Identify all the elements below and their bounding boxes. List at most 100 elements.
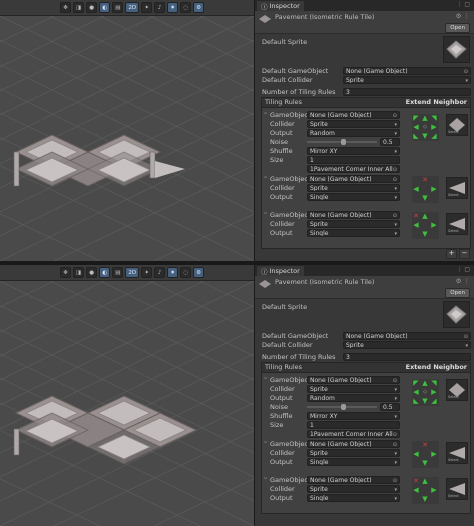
neighbor-this-arrow-icon[interactable]: ▲ — [421, 212, 429, 220]
rule-gameobject-field[interactable]: None (Game Object) ⊙ — [307, 440, 400, 448]
draw-mode-icon[interactable]: ◨ — [73, 267, 85, 278]
neighbor-this-arrow-icon[interactable]: ▶ — [430, 221, 438, 229]
rule-shuffle-dropdown[interactable]: Mirror XY — [307, 412, 400, 420]
neighbor-grid[interactable]: ◤ ▲ ◥ ◀ ◇ ▶ ◣ ▼ ◢ — [412, 114, 439, 141]
tiling-rule[interactable]: ═ GameObject None (Game Object) ⊙ Collide… — [262, 375, 470, 438]
neighbor-grid[interactable]: ✕ ▲ ◀ ▶ ▼ — [412, 212, 439, 239]
neighbor-this-arrow-icon[interactable]: ▶ — [430, 123, 438, 131]
noise-slider-handle[interactable] — [341, 404, 346, 410]
neighbor-this-arrow-icon[interactable]: ◣ — [412, 132, 420, 140]
neighbor-grid[interactable]: ✕ ◀ ▶ ▼ — [412, 176, 439, 203]
sphere-icon[interactable]: ● — [86, 267, 98, 278]
open-button[interactable]: Open — [445, 23, 470, 33]
neighbor-this-arrow-icon[interactable]: ▼ — [421, 132, 429, 140]
lighting-icon[interactable]: ✦ — [141, 2, 153, 13]
rule-sprite-thumbnail[interactable]: Select — [446, 177, 468, 199]
tab-inspector[interactable]: ⓘ Inspector — [257, 1, 304, 11]
rule-sprite-entry[interactable]: 1Pavement Corner Inner All ⊙ — [307, 165, 400, 173]
fx-icon[interactable]: ✷ — [167, 2, 179, 13]
tiling-rule[interactable]: ═ GameObject None (Game Object) ⊙ Collide… — [262, 210, 470, 240]
extend-neighbor-toggle[interactable]: Extend Neighbor — [406, 98, 467, 107]
tab-inspector[interactable]: ⓘ Inspector — [257, 266, 304, 276]
object-picker-icon[interactable]: ⊙ — [393, 441, 397, 447]
gizmo-icon[interactable]: ⚙ — [193, 2, 205, 13]
open-button[interactable]: Open — [445, 288, 470, 298]
drag-handle-icon[interactable]: ═ — [264, 175, 267, 181]
rule-gameobject-field[interactable]: None (Game Object) ⊙ — [307, 175, 400, 183]
drag-handle-icon[interactable]: ═ — [264, 111, 267, 117]
hidden-icon[interactable]: ◌ — [180, 2, 192, 13]
default-gameobject-field[interactable]: None (Game Object) ⊙ — [343, 67, 471, 75]
neighbor-this-arrow-icon[interactable]: ◀ — [412, 388, 420, 396]
tiling-rule[interactable]: ═ GameObject None (Game Object) ⊙ Collide… — [262, 475, 470, 505]
neighbor-this-arrow-icon[interactable]: ◀ — [412, 486, 420, 494]
neighbor-this-arrow-icon[interactable]: ▼ — [421, 397, 429, 405]
gizmo-icon[interactable]: ⚙ — [193, 267, 205, 278]
asset-settings-icon[interactable]: ⚙ ⋮ — [456, 12, 470, 20]
rule-sprite-thumbnail[interactable]: Select — [446, 114, 468, 136]
layers-icon[interactable]: ▤ — [112, 2, 124, 13]
rule-collider-dropdown[interactable]: Sprite — [307, 449, 400, 457]
rule-gameobject-field[interactable]: None (Game Object) ⊙ — [307, 376, 400, 384]
audio-icon[interactable]: ♪ — [154, 267, 166, 278]
neighbor-grid[interactable]: ✕ ▲ ◀ ▶ ▼ — [412, 477, 439, 504]
2d-toggle-button[interactable]: 2D — [125, 2, 140, 13]
neighbor-not-this-icon[interactable]: ✕ — [412, 212, 420, 220]
rule-collider-dropdown[interactable]: Sprite — [307, 120, 400, 128]
rule-output-dropdown[interactable]: Single — [307, 193, 400, 201]
scene-view[interactable]: ✥ ◨ ● ◐ ▤ 2D ✦ ♪ ✷ ◌ ⚙ — [0, 0, 255, 261]
rule-output-dropdown[interactable]: Random — [307, 394, 400, 402]
object-picker-icon[interactable]: ⊙ — [393, 431, 397, 437]
drag-handle-icon[interactable]: ═ — [264, 440, 267, 446]
drag-handle-icon[interactable]: ═ — [264, 376, 267, 382]
more-options-icon[interactable]: ⋮ ▢ — [456, 266, 470, 273]
rule-gameobject-field[interactable]: None (Game Object) ⊙ — [307, 211, 400, 219]
scene-view[interactable]: ✥ ◨ ● ◐ ▤ 2D ✦ ♪ ✷ ◌ ⚙ — [0, 265, 255, 526]
object-picker-icon[interactable]: ⊙ — [464, 68, 468, 74]
object-picker-icon[interactable]: ⊙ — [393, 212, 397, 218]
object-picker-icon[interactable]: ⊙ — [393, 176, 397, 182]
isometric-scene-canvas[interactable] — [0, 281, 254, 526]
default-collider-dropdown[interactable]: Sprite — [343, 341, 471, 349]
rule-sprite-thumbnail[interactable]: Select — [446, 213, 468, 235]
add-rule-button[interactable]: + — [446, 249, 457, 259]
noise-slider-handle[interactable] — [341, 139, 346, 145]
neighbor-this-arrow-icon[interactable]: ▲ — [421, 477, 429, 485]
neighbor-not-this-icon[interactable]: ✕ — [412, 477, 420, 485]
default-sprite-field[interactable] — [443, 301, 470, 328]
neighbor-this-arrow-icon[interactable]: ▶ — [430, 185, 438, 193]
move-icon[interactable]: ✥ — [60, 267, 71, 278]
neighbor-this-arrow-icon[interactable]: ▶ — [430, 388, 438, 396]
neighbor-grid[interactable]: ✕ ◀ ▶ ▼ — [412, 441, 439, 468]
tiling-rule[interactable]: ═ GameObject None (Game Object) ⊙ Collide… — [262, 439, 470, 469]
neighbor-grid[interactable]: ◤ ▲ ◥ ◀ ◇ ▶ ◣ ▼ ◢ — [412, 379, 439, 406]
neighbor-this-arrow-icon[interactable]: ◤ — [412, 379, 420, 387]
neighbor-this-arrow-icon[interactable]: ◥ — [430, 114, 438, 122]
layers-icon[interactable]: ▤ — [112, 267, 124, 278]
rule-output-dropdown[interactable]: Single — [307, 494, 400, 502]
neighbor-this-arrow-icon[interactable]: ◣ — [412, 397, 420, 405]
rule-sprite-thumbnail[interactable]: Select — [446, 442, 468, 464]
object-picker-icon[interactable]: ⊙ — [393, 377, 397, 383]
neighbor-this-arrow-icon[interactable]: ◢ — [430, 397, 438, 405]
rule-sprite-thumbnail[interactable]: Select — [446, 379, 468, 401]
noise-value-field[interactable]: 0.5 — [380, 403, 400, 411]
rule-output-dropdown[interactable]: Single — [307, 458, 400, 466]
rule-output-dropdown[interactable]: Random — [307, 129, 400, 137]
moon-icon[interactable]: ◐ — [99, 2, 111, 13]
neighbor-this-arrow-icon[interactable]: ◀ — [412, 221, 420, 229]
num-tiling-rules-field[interactable]: 3 — [343, 353, 471, 361]
neighbor-this-arrow-icon[interactable]: ◀ — [412, 123, 420, 131]
isometric-scene-canvas[interactable] — [0, 16, 254, 261]
rule-output-dropdown[interactable]: Single — [307, 229, 400, 237]
moon-icon[interactable]: ◐ — [99, 267, 111, 278]
fx-icon[interactable]: ✷ — [167, 267, 179, 278]
rule-sprite-entry[interactable]: 1Pavement Corner Inner All ⊙ — [307, 430, 400, 438]
hidden-icon[interactable]: ◌ — [180, 267, 192, 278]
rule-size-field[interactable]: 1 — [307, 156, 400, 164]
object-picker-icon[interactable]: ⊙ — [393, 477, 397, 483]
2d-toggle-button[interactable]: 2D — [125, 267, 140, 278]
object-picker-icon[interactable]: ⊙ — [464, 333, 468, 339]
tiling-rule[interactable]: ═ GameObject None (Game Object) ⊙ Collide… — [262, 110, 470, 173]
rule-gameobject-field[interactable]: None (Game Object) ⊙ — [307, 476, 400, 484]
